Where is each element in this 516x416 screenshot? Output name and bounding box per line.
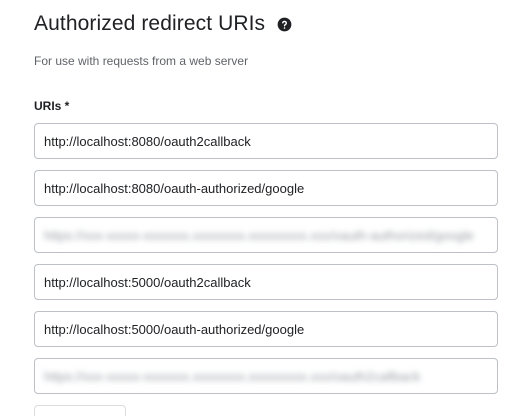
help-circle-icon[interactable] <box>277 17 292 32</box>
uri-list <box>34 123 498 405</box>
partially-visible-field <box>34 405 126 416</box>
uri-field[interactable] <box>34 170 498 206</box>
uri-field[interactable] <box>34 311 498 347</box>
uri-field[interactable] <box>34 264 498 300</box>
uris-field-label: URIs * <box>34 99 70 113</box>
authorized-redirect-uris-section: Authorized redirect URIs For use with re… <box>0 0 516 416</box>
uri-input-5[interactable] <box>35 312 497 346</box>
uri-field-redacted[interactable] <box>34 358 498 394</box>
section-title: Authorized redirect URIs <box>34 12 266 35</box>
uri-input-3[interactable] <box>35 218 497 252</box>
uri-input-2[interactable] <box>35 171 497 205</box>
uri-input-6[interactable] <box>35 359 497 393</box>
section-subtitle: For use with requests from a web server <box>34 54 249 68</box>
uri-input-1[interactable] <box>35 124 497 158</box>
uri-field[interactable] <box>34 123 498 159</box>
uri-field-redacted[interactable] <box>34 217 498 253</box>
uri-input-4[interactable] <box>35 265 497 299</box>
section-header: Authorized redirect URIs <box>34 12 292 36</box>
